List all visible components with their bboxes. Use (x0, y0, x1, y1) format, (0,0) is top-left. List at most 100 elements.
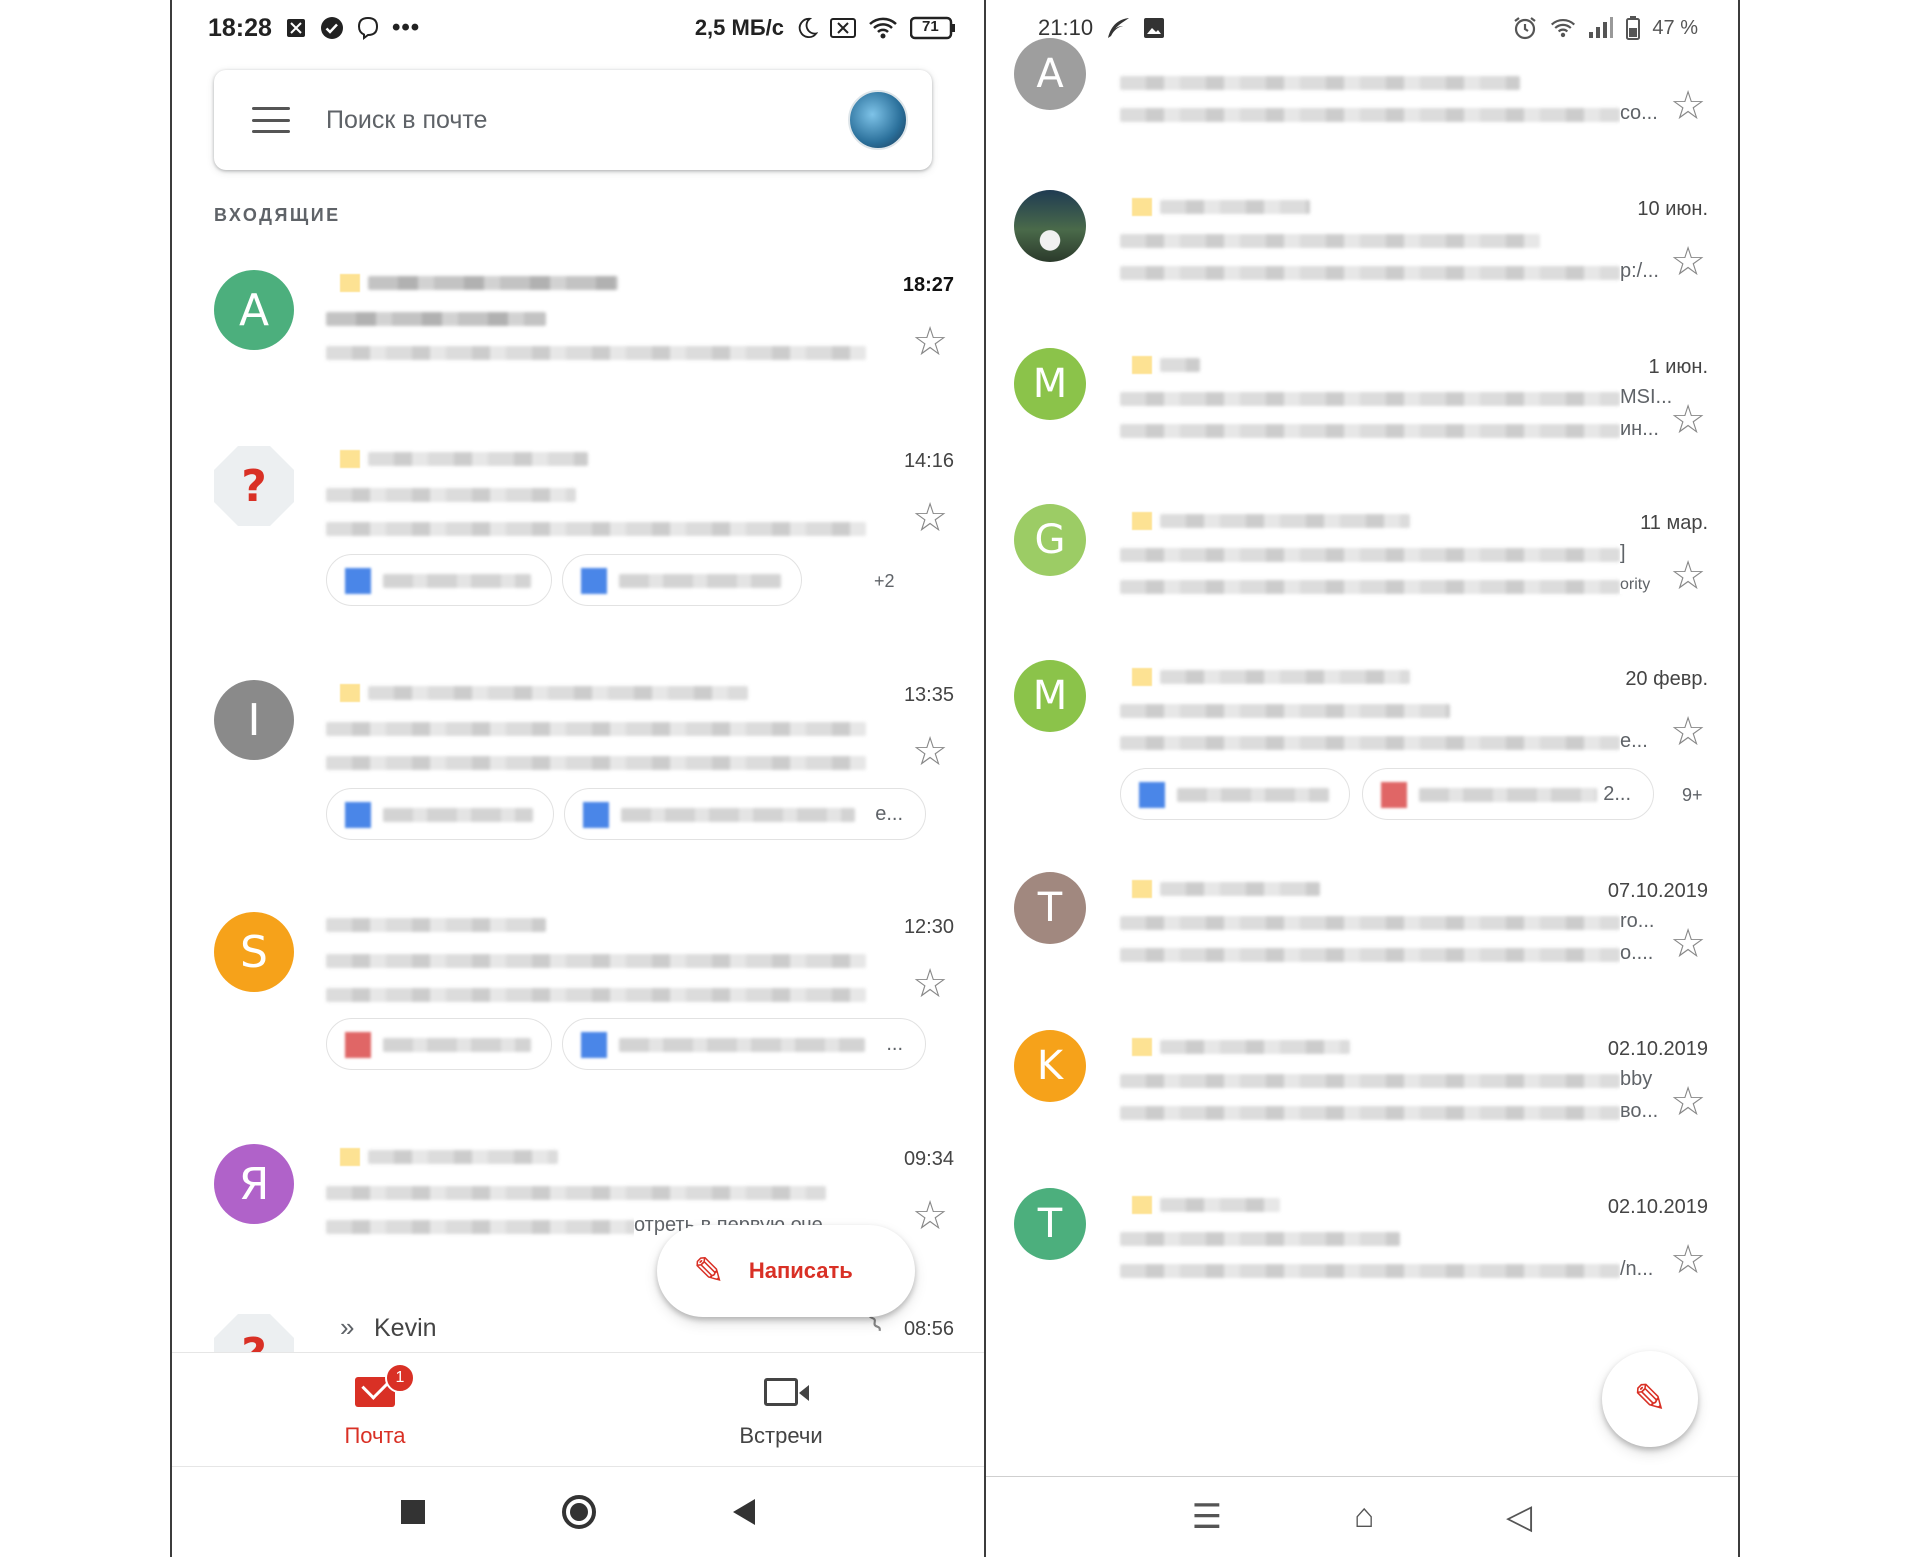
star-icon[interactable]: ☆ (1670, 86, 1706, 126)
star-icon[interactable]: ☆ (912, 1196, 948, 1236)
home-icon[interactable]: ⌂ (1354, 1497, 1375, 1536)
email-row[interactable]: ? 14:16 ☆ +2 (172, 436, 984, 636)
email-row[interactable]: K 02.10.2019 bby во... ☆ (986, 1030, 1738, 1160)
sim-icon (284, 16, 308, 40)
snippet-text: во... (1620, 1100, 1659, 1123)
star-icon[interactable]: ☆ (912, 322, 948, 362)
snippet-text: e... (1620, 730, 1648, 753)
sender-avatar: I (214, 680, 294, 760)
sender-avatar: T (1014, 872, 1086, 944)
attachment-name-tail: 2... (1603, 783, 1631, 805)
attachment-chip[interactable] (562, 554, 802, 606)
star-icon[interactable]: ☆ (1670, 400, 1706, 440)
email-row[interactable]: I 13:35 ☆ e... (172, 670, 984, 870)
attachment-chip[interactable] (326, 554, 552, 606)
recent-apps-icon[interactable] (400, 1499, 425, 1524)
attachment-chip[interactable]: 2... (1362, 768, 1654, 820)
left-phone-screen: 18:28 ••• 2,5 МБ/с 71 Поиск в почте ВХОД… (170, 0, 986, 1557)
importance-marker (1132, 668, 1152, 686)
snippet-blurred (1120, 736, 1620, 750)
sender-avatar: K (1014, 1030, 1086, 1102)
star-icon[interactable]: ☆ (1670, 242, 1706, 282)
snippet-blurred (1120, 266, 1620, 280)
snippet-blurred (1120, 580, 1620, 594)
moon-icon (796, 17, 818, 39)
star-icon[interactable]: ☆ (912, 964, 948, 1004)
snippet-blurred (1120, 108, 1620, 122)
email-time: 07.10.2019 (1607, 880, 1708, 902)
sender-name-blurred (1160, 200, 1310, 214)
email-time: 20 февр. (1625, 668, 1708, 690)
star-icon[interactable]: ☆ (912, 498, 948, 538)
doc-file-icon (581, 568, 607, 594)
attachment-name-tail: e... (875, 803, 903, 825)
pdf-file-icon (345, 1032, 371, 1058)
sender-name-blurred (368, 686, 748, 700)
star-icon[interactable]: ☆ (1670, 924, 1706, 964)
menu-icon[interactable]: ☰ (1192, 1497, 1222, 1537)
star-icon[interactable]: ☆ (912, 732, 948, 772)
search-bar[interactable]: Поиск в почте (214, 70, 932, 170)
battery-percent: 47 % (1652, 16, 1698, 39)
battery-level: 71 (922, 18, 939, 35)
snippet-text: co... (1620, 102, 1658, 125)
email-row[interactable]: M 20 февр. e... ☆ 2... 9+ (986, 660, 1738, 840)
subject-blurred (326, 312, 546, 326)
snippet-blurred (326, 346, 866, 360)
sender-avatar: M (1014, 660, 1086, 732)
compose-button[interactable]: ✎ (1602, 1351, 1698, 1447)
email-row[interactable]: A 18:27 ☆ (172, 260, 984, 430)
snippet-text: /n... (1620, 1258, 1654, 1281)
email-row[interactable]: M 1 июн. MSI... ин... ☆ (986, 348, 1738, 478)
status-time: 21:10 (1038, 15, 1094, 40)
sender-avatar: M (1014, 348, 1086, 420)
sender-avatar: A (1014, 38, 1086, 110)
email-row[interactable]: A co... ☆ (986, 38, 1738, 146)
sender-name-blurred (1160, 514, 1410, 528)
back-icon[interactable]: ◁ (1506, 1497, 1532, 1537)
email-row[interactable]: T 02.10.2019 /n... ☆ (986, 1188, 1738, 1318)
star-icon[interactable]: ☆ (1670, 556, 1706, 596)
home-icon[interactable] (561, 1494, 596, 1529)
snippet-text: o.... (1620, 942, 1654, 965)
back-icon[interactable] (733, 1498, 756, 1525)
email-row[interactable]: G 11 мар. ] ority ☆ (986, 504, 1738, 634)
star-icon[interactable]: ☆ (1670, 712, 1706, 752)
attachment-chip[interactable] (1120, 768, 1350, 820)
importance-marker (340, 450, 360, 468)
network-speed: 2,5 МБ/с (694, 15, 784, 40)
attachment-chip[interactable]: e... (564, 788, 926, 840)
subject-blurred (1120, 548, 1620, 562)
video-camera-icon (764, 1377, 809, 1406)
attachment-chip[interactable] (326, 1018, 552, 1070)
email-time: 08:56 (903, 1318, 954, 1340)
forward-icon: » (340, 1312, 355, 1342)
doc-file-icon (345, 802, 371, 828)
email-row[interactable]: Я 09:34 отреть в первую оче ☆ (172, 1134, 984, 1237)
tab-meet[interactable]: Встречи (578, 1353, 984, 1464)
attachment-chip[interactable] (326, 788, 554, 840)
star-icon[interactable]: ☆ (1670, 1240, 1706, 1280)
search-input[interactable]: Поиск в почте (326, 106, 848, 135)
wifi-icon (1550, 17, 1576, 39)
email-row[interactable]: 10 июн. p:/... ☆ (986, 190, 1738, 320)
star-icon[interactable]: ☆ (1670, 1082, 1706, 1122)
sender-name-blurred (368, 452, 588, 466)
sender-name-blurred (1160, 882, 1320, 896)
email-row[interactable]: S 12:30 ☆ ... (172, 902, 984, 1102)
email-row[interactable]: T 07.10.2019 ro... o.... ☆ (986, 872, 1738, 1002)
email-time: 13:35 (903, 684, 954, 706)
sender-name-blurred (1160, 358, 1200, 372)
alarm-icon (1512, 15, 1538, 41)
email-time: 10 июн. (1637, 198, 1708, 220)
importance-marker (340, 274, 360, 292)
sender-avatar: A (214, 270, 294, 350)
pencil-icon: ✎ (693, 1250, 725, 1293)
account-avatar[interactable] (848, 90, 908, 150)
email-time: 02.10.2019 (1607, 1196, 1708, 1218)
sender-avatar: Я (214, 1144, 294, 1224)
attachment-chip[interactable]: ... (562, 1018, 926, 1070)
menu-icon[interactable] (252, 107, 290, 133)
tab-mail[interactable]: 1 Почта (172, 1353, 578, 1464)
compose-button[interactable]: ✎ Написать (657, 1225, 915, 1317)
